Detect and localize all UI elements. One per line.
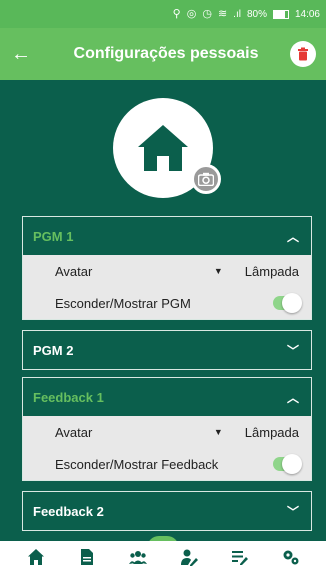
panel-feedback-2: Feedback 2 ﹀ [22,491,312,531]
gears-icon[interactable] [282,548,300,571]
visibility-toggle[interactable] [273,293,302,313]
panel-header-pgm-2[interactable]: PGM 2 ﹀ [23,331,311,369]
row-label: Avatar [55,263,93,279]
row-label: Esconder/Mostrar PGM [55,295,191,311]
clock: 14:06 [294,8,320,20]
panel-title: Feedback 1 [33,389,104,405]
chevron-down-icon: ▼ [213,266,223,276]
avatar-select-value: Lâmpada [244,424,299,440]
home-icon[interactable] [27,548,45,571]
panel-title: Feedback 2 [33,503,104,519]
panel-pgm-1: PGM 1 ︿ Avatar ▼ Lâmpada Esconder/Mostra… [22,216,312,320]
avatar-select-value: Lâmpada [244,263,299,279]
status-bar: ⚲ ◎ ◷ ≋ .ıl 80% 14:06 [0,0,326,28]
app-bar: ← Configurações pessoais [0,28,326,80]
wifi-icon: ≋ [217,7,228,20]
chevron-down-icon: ﹀ [286,343,299,358]
vibrate-icon: ⚲ [172,7,181,20]
user-edit-icon[interactable] [180,548,198,571]
panel-pgm-2: PGM 2 ﹀ [22,330,312,370]
chevron-down-icon: ▼ [213,427,223,437]
panel-title: PGM 2 [33,342,74,358]
avatar-select-row[interactable]: Avatar ▼ Lâmpada [23,255,311,287]
panel-header-feedback-2[interactable]: Feedback 2 ﹀ [23,492,311,530]
row-label: Esconder/Mostrar Feedback [55,456,219,472]
trash-icon [298,47,308,61]
battery-icon [272,9,289,19]
row-label: Avatar [55,424,93,440]
home-icon [138,125,188,171]
list-edit-icon[interactable] [231,548,249,571]
panel-feedback-1: Feedback 1 ︿ Avatar ▼ Lâmpada Esconder/M… [22,377,312,481]
chevron-up-icon: ︿ [286,390,299,405]
battery-text: 80% [246,8,267,20]
visibility-row: Esconder/Mostrar PGM [23,287,311,319]
panel-header-pgm-1[interactable]: PGM 1 ︿ [23,217,311,255]
page-title: Configurações pessoais [73,45,259,62]
change-photo-button[interactable] [191,164,221,194]
sync-icon: ◎ [186,7,197,20]
avatar-select-row[interactable]: Avatar ▼ Lâmpada [23,416,311,448]
panel-header-feedback-1[interactable]: Feedback 1 ︿ [23,378,311,416]
document-icon[interactable] [78,548,96,571]
users-icon[interactable] [128,548,147,571]
panel-title: PGM 1 [33,228,74,244]
chevron-down-icon: ﹀ [286,504,299,519]
chevron-up-icon: ︿ [286,229,299,244]
camera-icon [198,172,214,186]
delete-button[interactable] [290,41,316,67]
visibility-row: Esconder/Mostrar Feedback [23,448,311,480]
bottom-nav [0,541,326,577]
alarm-icon: ◷ [202,7,212,20]
signal-icon: .ıl [233,8,241,20]
visibility-toggle[interactable] [273,454,302,474]
back-arrow-icon[interactable]: ← [0,43,42,66]
